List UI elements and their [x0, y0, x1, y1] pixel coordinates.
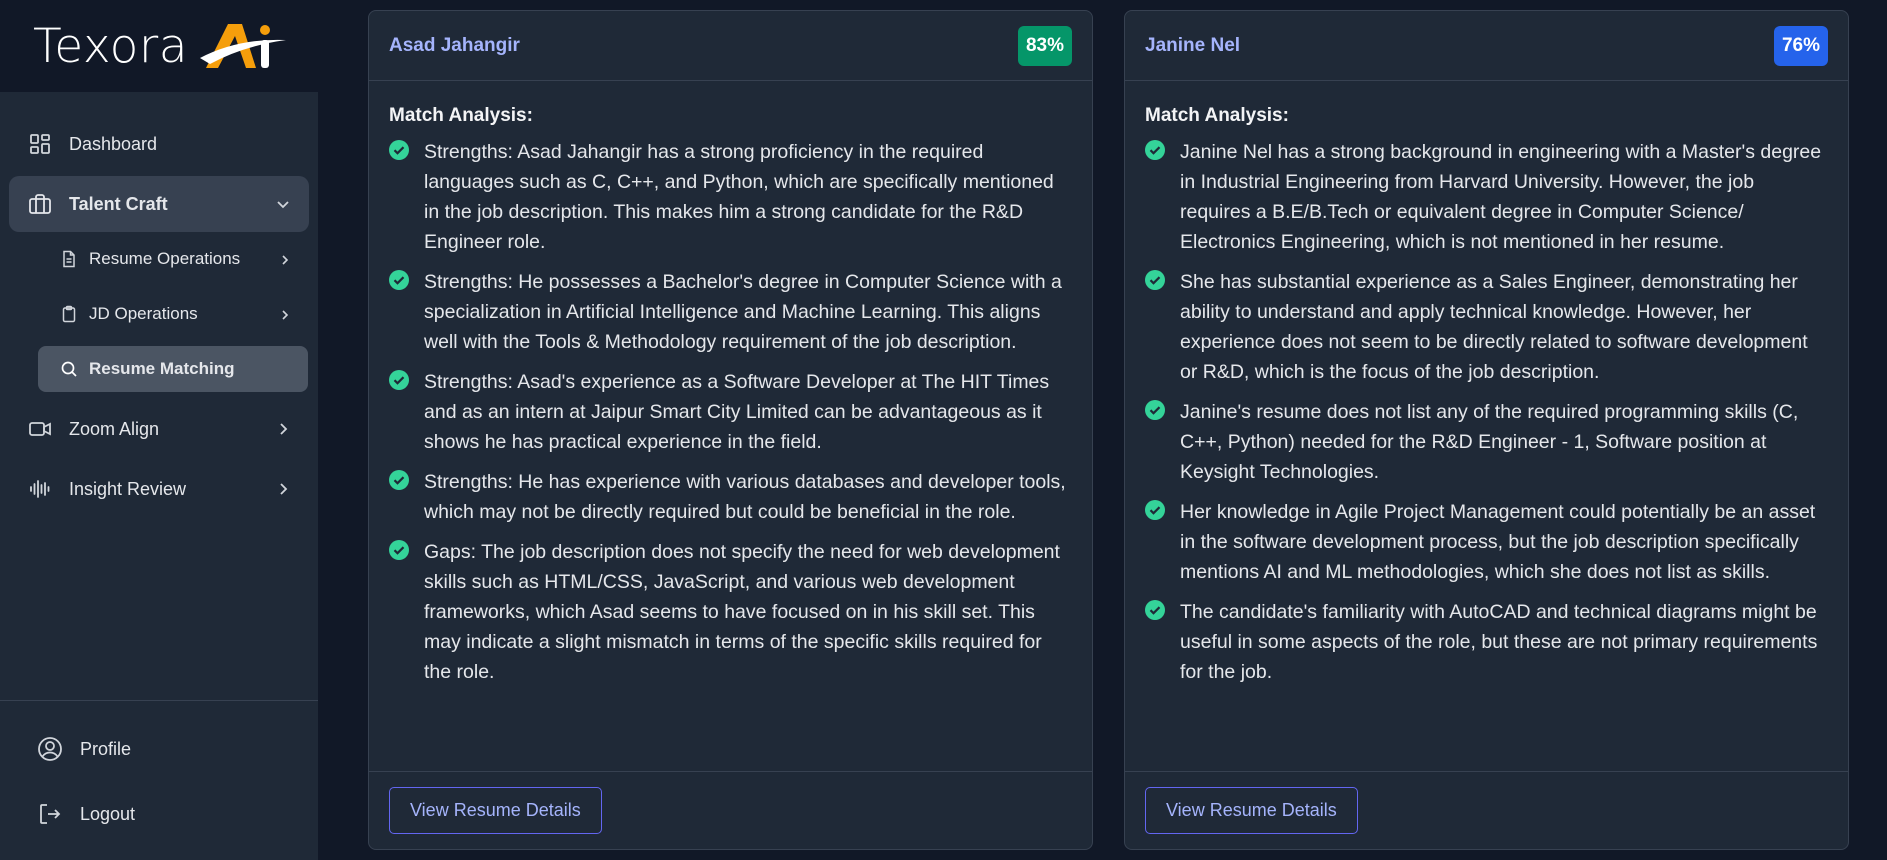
candidate-card: Asad Jahangir 83% Match Analysis: Streng… — [368, 10, 1093, 850]
logout-label: Logout — [80, 803, 136, 824]
sidebar-item-dashboard[interactable]: Dashboard — [9, 116, 309, 172]
brand-name: Texora — [33, 18, 189, 74]
card-header: Janine Nel 76% — [1125, 11, 1848, 81]
list-item: The candidate's familiarity with AutoCAD… — [1145, 597, 1828, 687]
chevron-right-icon — [275, 421, 291, 437]
analysis-point: She has substantial experience as a Sale… — [1180, 271, 1808, 383]
sidebar: Texora Dashboard Talent Craft Resume Ope… — [0, 0, 318, 860]
list-item: Strengths: He has experience with variou… — [389, 467, 1072, 527]
list-item: Gaps: The job description does not speci… — [389, 537, 1072, 687]
card-body: Match Analysis: Strengths: Asad Jahangir… — [369, 81, 1092, 773]
logout-button[interactable]: Logout — [9, 790, 309, 838]
view-resume-details-button[interactable]: View Resume Details — [1145, 787, 1358, 834]
ai-logo-icon — [198, 18, 288, 74]
check-circle-icon — [1145, 140, 1165, 160]
card-header: Asad Jahangir 83% — [369, 11, 1092, 81]
analysis-point: Strengths: He has experience with variou… — [424, 471, 1066, 523]
candidate-name[interactable]: Janine Nel — [1145, 35, 1240, 57]
view-resume-details-button[interactable]: View Resume Details — [389, 787, 602, 834]
analysis-point: Strengths: Asad's experience as a Softwa… — [424, 371, 1050, 453]
logout-icon — [37, 801, 63, 827]
analysis-list: Strengths: Asad Jahangir has a strong pr… — [389, 137, 1072, 687]
analysis-point: Janine Nel has a strong background in en… — [1180, 141, 1822, 253]
sidebar-item-label: Dashboard — [69, 133, 158, 154]
dashboard-icon — [28, 132, 52, 156]
document-icon — [60, 250, 78, 268]
card-body: Match Analysis: Janine Nel has a strong … — [1125, 81, 1848, 773]
list-item: She has substantial experience as a Sale… — [1145, 267, 1828, 387]
logo[interactable]: Texora — [0, 0, 318, 92]
list-item: Strengths: Asad's experience as a Softwa… — [389, 367, 1072, 457]
chevron-right-icon — [275, 481, 291, 497]
list-item: Janine's resume does not list any of the… — [1145, 397, 1828, 487]
match-score-badge: 83% — [1017, 25, 1072, 66]
analysis-point: Her knowledge in Agile Project Managemen… — [1180, 501, 1816, 583]
sidebar-footer: Profile Logout — [0, 700, 318, 860]
sidebar-item-zoom-align[interactable]: Zoom Align — [9, 401, 309, 457]
card-footer: View Resume Details — [1125, 771, 1848, 849]
analysis-title: Match Analysis: — [1145, 105, 1289, 126]
briefcase-icon — [28, 192, 52, 216]
user-circle-icon — [37, 736, 63, 762]
chevron-right-icon — [278, 307, 292, 321]
list-item: Her knowledge in Agile Project Managemen… — [1145, 497, 1828, 587]
check-circle-icon — [1145, 500, 1165, 520]
check-circle-icon — [389, 470, 409, 490]
sidebar-item-label: Resume Matching — [89, 359, 235, 378]
check-circle-icon — [1145, 400, 1165, 420]
list-item: Janine Nel has a strong background in en… — [1145, 137, 1828, 257]
chevron-down-icon — [275, 196, 291, 212]
sidebar-item-label: Insight Review — [69, 478, 187, 499]
video-icon — [28, 417, 52, 441]
main-nav: Dashboard Talent Craft Resume Operations — [0, 92, 318, 517]
sidebar-subitem-resume-matching[interactable]: Resume Matching — [38, 346, 308, 392]
sidebar-item-label: Talent Craft — [69, 193, 168, 214]
sidebar-item-talent-craft[interactable]: Talent Craft — [9, 176, 309, 232]
sidebar-item-label: JD Operations — [89, 304, 198, 323]
sidebar-subitem-jd-operations[interactable]: JD Operations — [38, 291, 308, 337]
chevron-right-icon — [278, 252, 292, 266]
profile-label: Profile — [80, 738, 132, 759]
card-footer: View Resume Details — [369, 771, 1092, 849]
waveform-icon — [28, 477, 52, 501]
analysis-point: The candidate's familiarity with AutoCAD… — [1180, 601, 1818, 683]
check-circle-icon — [1145, 270, 1165, 290]
check-circle-icon — [1145, 600, 1165, 620]
list-item: Strengths: Asad Jahangir has a strong pr… — [389, 137, 1072, 257]
list-item: Strengths: He possesses a Bachelor's deg… — [389, 267, 1072, 357]
analysis-title: Match Analysis: — [389, 105, 533, 126]
check-circle-icon — [389, 140, 409, 160]
check-circle-icon — [389, 270, 409, 290]
analysis-point: Strengths: He possesses a Bachelor's deg… — [424, 271, 1062, 353]
sidebar-item-label: Resume Operations — [89, 249, 241, 268]
sidebar-subitem-resume-operations[interactable]: Resume Operations — [38, 236, 308, 282]
candidate-name[interactable]: Asad Jahangir — [389, 35, 520, 57]
match-score-badge: 76% — [1773, 25, 1828, 66]
check-circle-icon — [389, 370, 409, 390]
analysis-list: Janine Nel has a strong background in en… — [1145, 137, 1828, 687]
sidebar-item-insight-review[interactable]: Insight Review — [9, 461, 309, 517]
analysis-point: Strengths: Asad Jahangir has a strong pr… — [424, 141, 1054, 253]
search-icon — [60, 360, 78, 378]
profile-button[interactable]: Profile — [9, 725, 309, 773]
candidate-card: Janine Nel 76% Match Analysis: Janine Ne… — [1124, 10, 1849, 850]
sidebar-item-label: Zoom Align — [69, 418, 160, 439]
check-circle-icon — [389, 540, 409, 560]
clipboard-icon — [60, 305, 78, 323]
analysis-point: Janine's resume does not list any of the… — [1180, 401, 1799, 483]
analysis-point: Gaps: The job description does not speci… — [424, 541, 1060, 683]
